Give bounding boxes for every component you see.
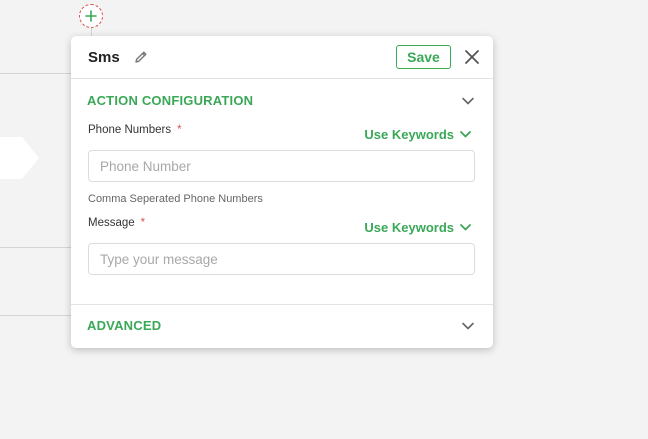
sms-action-panel: Sms Save ACTION CONFIGURATION Phone Numb…: [71, 36, 493, 348]
required-marker: *: [140, 217, 146, 229]
required-marker: *: [177, 124, 182, 136]
use-keywords-label: Use Keywords: [364, 220, 454, 235]
phone-numbers-label: Phone Numbers *: [88, 124, 182, 136]
phone-numbers-help-text: Comma Seperated Phone Numbers: [88, 193, 263, 205]
add-node-button[interactable]: [79, 4, 103, 28]
canvas-connector-line: [0, 73, 71, 74]
section-divider: [71, 304, 493, 305]
use-keywords-dropdown[interactable]: Use Keywords: [364, 220, 472, 235]
pencil-icon[interactable]: [133, 49, 149, 65]
save-button[interactable]: Save: [396, 45, 451, 69]
chevron-down-icon: [460, 131, 471, 138]
chevron-down-icon[interactable]: [461, 94, 475, 108]
panel-header: Sms Save: [71, 36, 493, 79]
use-keywords-dropdown[interactable]: Use Keywords: [364, 127, 472, 142]
action-configuration-section-title[interactable]: ACTION CONFIGURATION: [87, 93, 253, 108]
canvas-connector-line: [0, 315, 71, 316]
add-node-connector: [91, 28, 92, 36]
chevron-down-icon: [460, 224, 471, 231]
use-keywords-label: Use Keywords: [364, 127, 454, 142]
message-label: Message *: [88, 217, 146, 229]
phone-number-input[interactable]: [88, 150, 475, 182]
close-icon[interactable]: [463, 48, 481, 66]
panel-title: Sms: [88, 49, 120, 66]
advanced-section-title[interactable]: ADVANCED: [87, 318, 161, 333]
canvas-node-arrow: [22, 137, 39, 179]
plus-icon: [85, 10, 97, 22]
chevron-down-icon[interactable]: [461, 319, 475, 333]
canvas-node[interactable]: [0, 137, 22, 179]
canvas-connector-line: [0, 247, 71, 248]
message-input[interactable]: [88, 243, 475, 275]
